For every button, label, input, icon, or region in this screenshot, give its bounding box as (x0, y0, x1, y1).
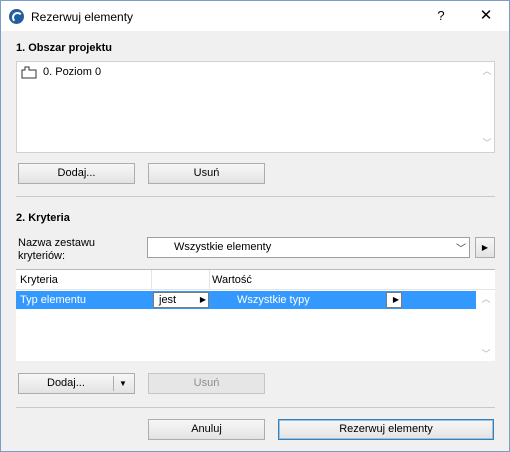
operator-dropdown[interactable]: jest ▶ (153, 292, 209, 308)
column-header-criteria: Kryteria (20, 274, 58, 286)
value-menu-button[interactable]: ▶ (386, 292, 402, 308)
list-item-label: 0. Poziom 0 (43, 66, 102, 78)
floor-icon (21, 66, 37, 79)
criteria-set-menu-button[interactable]: ▶ (475, 237, 495, 258)
criteria-remove-button[interactable]: Usuń (148, 373, 265, 394)
scroll-down-icon[interactable]: ﹀ (481, 138, 493, 148)
reserve-elements-button[interactable]: Rezerwuj elementy (278, 419, 494, 440)
section-divider (16, 196, 495, 197)
criteria-set-label-text: Nazwa zestawu kryteriów: (18, 237, 96, 262)
criteria-set-value: Wszystkie elementy (174, 241, 272, 253)
scroll-down-icon[interactable]: ﹀ (480, 349, 492, 359)
close-button[interactable]: ✕ (475, 7, 497, 25)
title-bar: Rezerwuj elementy ? ✕ (1, 1, 509, 31)
cancel-button[interactable]: Anuluj (148, 419, 265, 440)
footer-divider (16, 407, 495, 408)
column-divider[interactable] (151, 270, 152, 290)
table-row[interactable]: Typ elementu jest ▶ Wszystkie typy ▶ (16, 291, 476, 309)
split-divider (113, 376, 114, 391)
criteria-set-dropdown[interactable]: Wszystkie elementy ﹀ (147, 237, 470, 258)
play-arrow-icon: ▶ (481, 243, 489, 252)
criteria-add-label: Dodaj... (47, 377, 85, 389)
criteria-table[interactable]: Kryteria Wartość Typ elementu jest ▶ Wsz… (16, 269, 495, 361)
operator-value: jest (159, 294, 177, 306)
area-add-button[interactable]: Dodaj... (18, 163, 135, 184)
area-section-title: 1. Obszar projektu (16, 42, 112, 54)
scroll-up-icon[interactable]: ︿ (481, 66, 493, 76)
criteria-section-title: 2. Kryteria (16, 212, 70, 224)
chevron-down-icon: ﹀ (456, 244, 466, 255)
criteria-set-label: Nazwa zestawu kryteriów: (18, 237, 133, 263)
app-logo-icon (9, 9, 24, 24)
column-header-value: Wartość (212, 274, 252, 286)
play-arrow-icon: ▶ (392, 295, 399, 304)
criteria-add-split-button[interactable]: Dodaj... ▼ (18, 373, 135, 394)
value-cell: Wszystkie typy (237, 294, 310, 306)
reserve-elements-dialog: Rezerwuj elementy ? ✕ 1. Obszar projektu… (0, 0, 510, 452)
scroll-up-icon[interactable]: ︿ (480, 294, 492, 304)
help-button[interactable]: ? (431, 7, 451, 25)
criterion-cell: Typ elementu (20, 294, 87, 306)
window-title: Rezerwuj elementy (31, 10, 134, 24)
area-remove-button[interactable]: Usuń (148, 163, 265, 184)
play-arrow-icon: ▶ (199, 295, 206, 304)
column-divider[interactable] (209, 270, 210, 290)
chevron-down-icon[interactable]: ▼ (119, 374, 127, 393)
table-header: Kryteria Wartość (16, 270, 495, 290)
